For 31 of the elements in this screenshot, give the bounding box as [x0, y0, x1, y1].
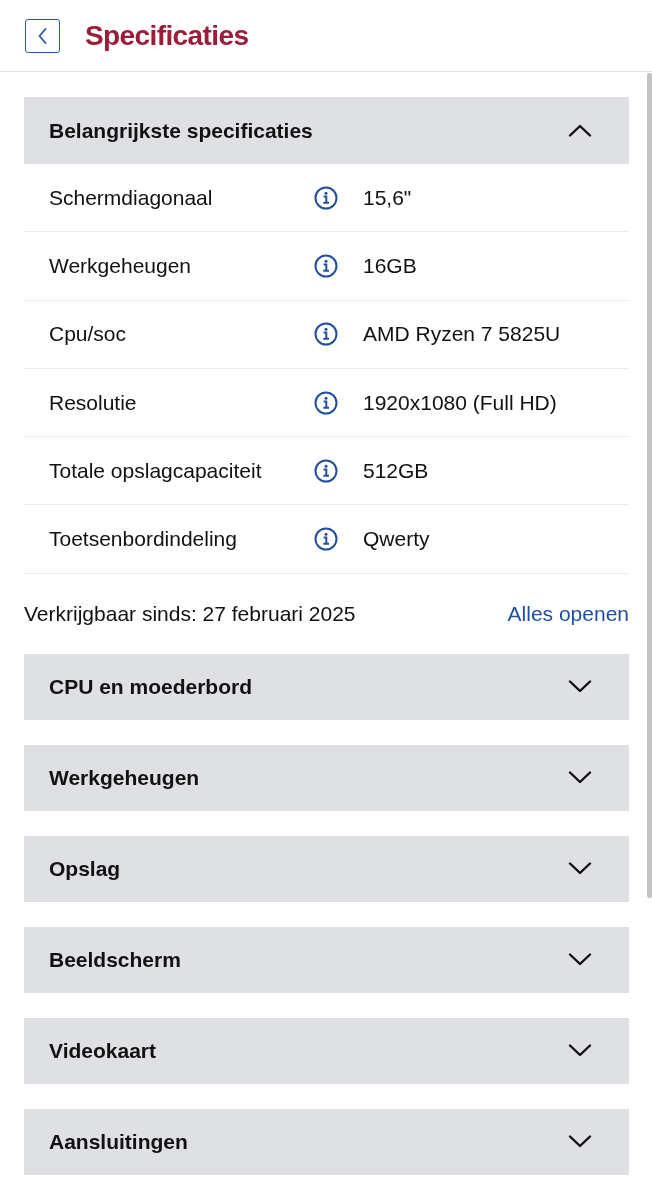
spec-label: Totale opslagcapaciteit	[49, 458, 263, 483]
accordion-header[interactable]: Beeldscherm	[24, 926, 629, 993]
scrollbar-thumb[interactable]	[647, 73, 652, 898]
spec-value: 15,6"	[363, 185, 412, 210]
availability-text: Verkrijgbaar sinds: 27 februari 2025	[24, 601, 356, 626]
page-title: Specificaties	[85, 21, 249, 50]
info-icon[interactable]	[314, 253, 338, 278]
spec-label: Toetsenbordindeling	[49, 527, 238, 552]
accordion-header[interactable]: Werkgeheugen	[24, 744, 629, 811]
chevron-left-icon	[38, 28, 47, 44]
spec-value: 1920x1080 (Full HD)	[363, 390, 557, 415]
spec-label: Resolutie	[49, 390, 138, 415]
accordion-header[interactable]: CPU en moederbord	[24, 653, 629, 720]
spec-label: Werkgeheugen	[49, 253, 193, 278]
accordion-header[interactable]: Belangrijkste specificaties	[24, 97, 629, 164]
expand-all-link[interactable]: Alles openen	[507, 601, 629, 626]
spec-label: Schermdiagonaal	[49, 185, 214, 210]
info-icon[interactable]	[314, 185, 338, 210]
back-button[interactable]	[25, 19, 60, 53]
spec-value: Qwerty	[363, 527, 430, 552]
spec-value: 16GB	[363, 253, 417, 278]
spec-value: AMD Ryzen 7 5825U	[363, 322, 561, 347]
spec-label: Cpu/soc	[49, 322, 128, 347]
accordion-header[interactable]: Aansluitingen	[24, 1108, 629, 1175]
info-icon[interactable]	[314, 322, 338, 347]
info-icon[interactable]	[314, 390, 338, 415]
accordion-header[interactable]: Videokaart	[24, 1017, 629, 1084]
spec-value: 512GB	[363, 458, 429, 483]
info-icon[interactable]	[314, 527, 338, 552]
info-icon[interactable]	[314, 458, 338, 483]
accordion-header[interactable]: Opslag	[24, 835, 629, 902]
